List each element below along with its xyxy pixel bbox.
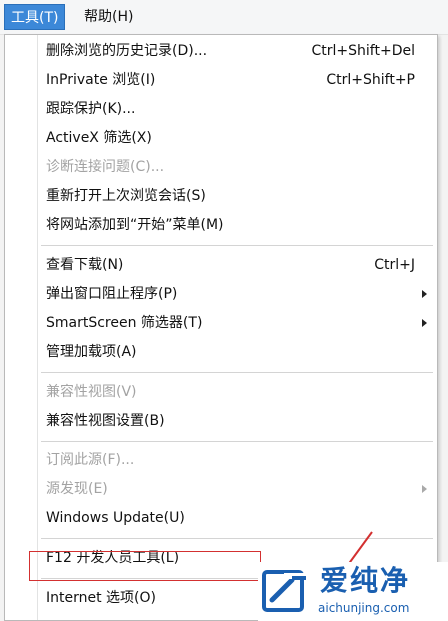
menu-item-label: SmartScreen 筛选器(T): [46, 315, 203, 331]
menu-item-label: Windows Update(U): [46, 510, 185, 526]
menu-item-view-downloads[interactable]: 查看下载(N) Ctrl+J: [5, 251, 437, 279]
menu-separator: [41, 441, 433, 442]
menu-item-inprivate[interactable]: InPrivate 浏览(I) Ctrl+Shift+P: [5, 66, 437, 94]
menu-item-tracking-protection[interactable]: 跟踪保护(K)...: [5, 95, 437, 123]
menu-item-label: 兼容性视图(V): [46, 384, 137, 400]
menu-item-label: 源发现(E): [46, 481, 108, 497]
menu-item-activex-filter[interactable]: ActiveX 筛选(X): [5, 124, 437, 152]
menu-item-label: InPrivate 浏览(I): [46, 72, 156, 88]
watermark-url: aichunjing.com: [318, 601, 410, 615]
menu-separator: [41, 538, 433, 539]
menu-item-add-to-start[interactable]: 将网站添加到“开始”菜单(M): [5, 211, 437, 239]
menu-item-windows-update[interactable]: Windows Update(U): [5, 504, 437, 532]
watermark-brand: 爱纯净: [320, 564, 411, 597]
tools-dropdown-menu: 删除浏览的历史记录(D)... Ctrl+Shift+Del InPrivate…: [4, 34, 438, 621]
watermark-logo-icon: [262, 570, 311, 612]
menu-item-label: ActiveX 筛选(X): [46, 130, 152, 146]
menu-item-delete-history[interactable]: 删除浏览的历史记录(D)... Ctrl+Shift+Del: [5, 37, 437, 65]
menu-item-label: 查看下载(N): [46, 257, 124, 273]
menu-item-label: 跟踪保护(K)...: [46, 101, 136, 117]
menu-item-label: 将网站添加到“开始”菜单(M): [46, 217, 224, 233]
menu-item-label: 重新打开上次浏览会话(S): [46, 188, 206, 204]
menu-item-label: Internet 选项(O): [46, 590, 156, 606]
menu-item-label: 兼容性视图设置(B): [46, 413, 165, 429]
menu-item-label: 订阅此源(F)...: [46, 452, 135, 468]
watermark: 爱纯净 aichunjing.com: [258, 562, 448, 621]
menu-separator: [41, 245, 433, 246]
submenu-arrow-icon: [422, 485, 427, 493]
menu-item-shortcut: Ctrl+Shift+P: [326, 72, 415, 88]
menu-item-shortcut: Ctrl+Shift+Del: [311, 43, 415, 59]
menu-item-smartscreen[interactable]: SmartScreen 筛选器(T): [5, 309, 437, 337]
menu-item-compat-view: 兼容性视图(V): [5, 378, 437, 406]
menu-item-diagnose-connection: 诊断连接问题(C)...: [5, 153, 437, 181]
submenu-arrow-icon: [422, 319, 427, 327]
menu-item-popup-blocker[interactable]: 弹出窗口阻止程序(P): [5, 280, 437, 308]
menubar-tools[interactable]: 工具(T): [4, 4, 66, 30]
menu-item-label: 诊断连接问题(C)...: [46, 159, 165, 175]
screenshot-root: 工具(T) 帮助(H) 删除浏览的历史记录(D)... Ctrl+Shift+D…: [0, 0, 448, 621]
menu-item-manage-addons[interactable]: 管理加载项(A): [5, 338, 437, 366]
menu-item-feed-discovery: 源发现(E): [5, 475, 437, 503]
menu-item-shortcut: Ctrl+J: [374, 257, 415, 273]
menu-item-label: 弹出窗口阻止程序(P): [46, 286, 178, 302]
menu-item-label: 删除浏览的历史记录(D)...: [46, 43, 208, 59]
menu-separator: [41, 372, 433, 373]
menu-item-compat-view-settings[interactable]: 兼容性视图设置(B): [5, 407, 437, 435]
internet-options-highlight: [29, 551, 261, 581]
menu-bar: 工具(T) 帮助(H): [0, 0, 448, 35]
menu-item-label: 管理加载项(A): [46, 344, 137, 360]
submenu-arrow-icon: [422, 290, 427, 298]
menu-item-reopen-session[interactable]: 重新打开上次浏览会话(S): [5, 182, 437, 210]
menu-item-subscribe-feed: 订阅此源(F)...: [5, 446, 437, 474]
menubar-help[interactable]: 帮助(H): [78, 4, 139, 30]
